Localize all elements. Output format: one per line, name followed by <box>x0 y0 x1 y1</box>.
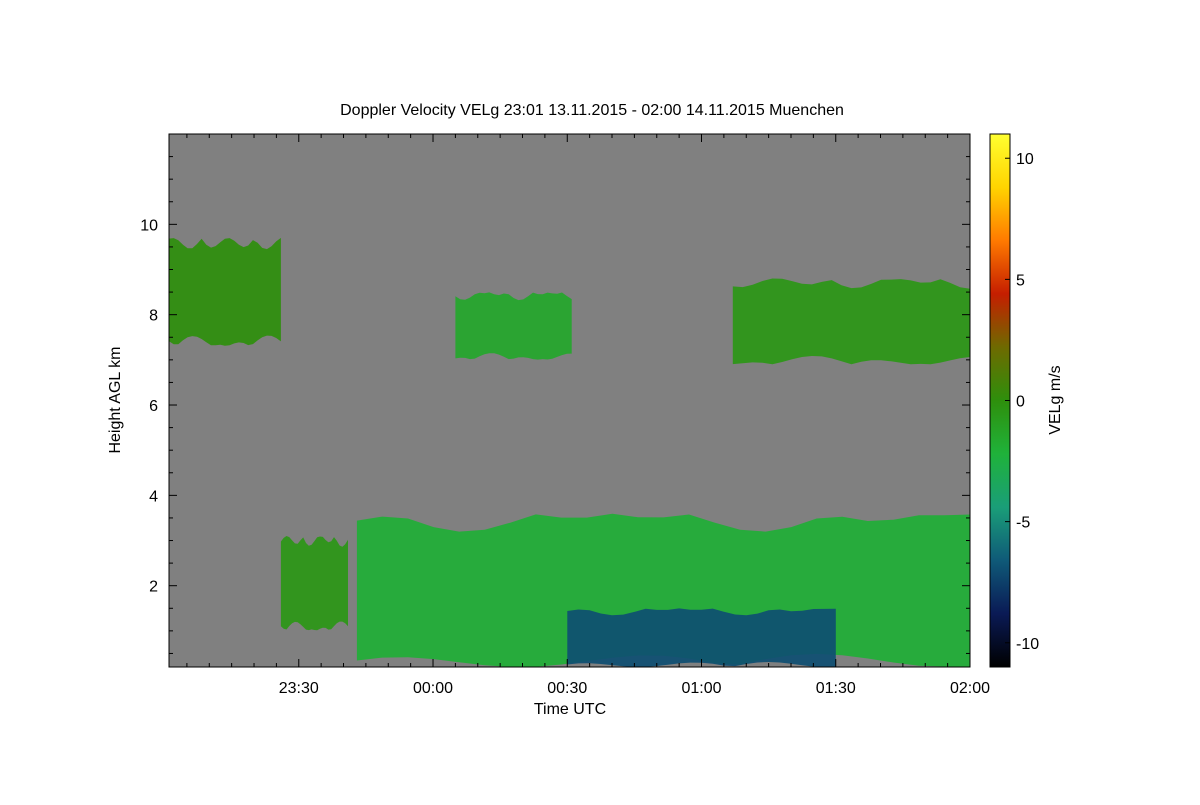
echo-cirrus-layer-1 <box>169 237 281 346</box>
x-tick-label: 00:00 <box>413 680 453 697</box>
x-tick-label: 01:00 <box>681 680 721 697</box>
colorbar-label: VELg m/s <box>1047 365 1064 434</box>
echo-cirrus-layer-3 <box>732 278 970 365</box>
y-tick-label: 10 <box>140 217 158 234</box>
chart-title: Doppler Velocity VELg 23:01 13.11.2015 -… <box>340 102 844 119</box>
x-tick-label: 01:30 <box>816 680 856 697</box>
colorbar-tick-label: 5 <box>1016 272 1025 289</box>
y-tick-label: 6 <box>149 398 158 415</box>
x-axis-label: Time UTC <box>534 701 606 718</box>
y-tick-label: 4 <box>149 488 158 505</box>
chart-svg: Doppler Velocity VELg 23:01 13.11.2015 -… <box>107 102 1064 718</box>
chart-root: Doppler Velocity VELg 23:01 13.11.2015 -… <box>0 0 1200 800</box>
y-axis-label: Height AGL km <box>107 346 124 453</box>
echo-low-cloud-early <box>280 536 348 631</box>
x-tick-label: 02:00 <box>950 680 990 697</box>
colorbar-tick-label: 10 <box>1016 151 1034 168</box>
colorbar: 10 5 0 -5 -10 <box>989 133 1039 668</box>
echo-cirrus-layer-2 <box>455 292 572 360</box>
plot-area <box>168 133 971 668</box>
y-tick-label: 8 <box>149 308 158 325</box>
colorbar-tick-label: -5 <box>1016 515 1030 532</box>
colorbar-tick-label: 0 <box>1016 394 1025 411</box>
echo-strong-downdraft <box>567 608 836 667</box>
x-tick-label: 00:30 <box>547 680 587 697</box>
x-tick-label: 23:30 <box>279 680 319 697</box>
y-tick-label: 2 <box>149 579 158 596</box>
colorbar-tick-label: -10 <box>1016 636 1039 653</box>
